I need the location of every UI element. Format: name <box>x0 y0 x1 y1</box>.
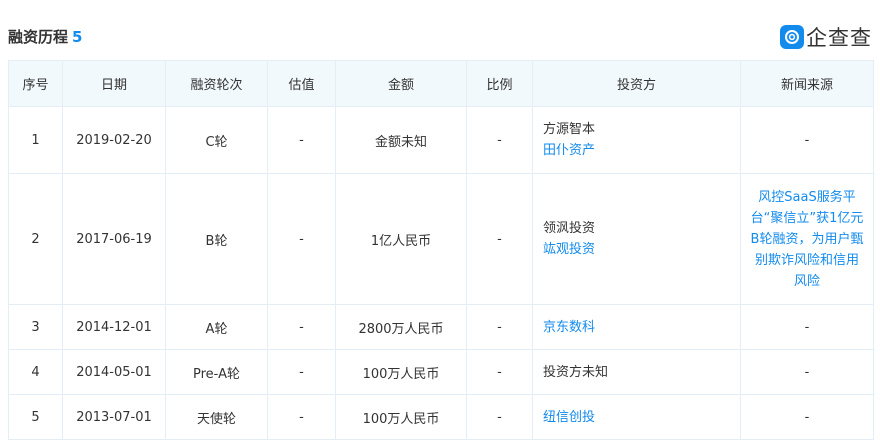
cell-round: Pre-A轮 <box>165 349 268 395</box>
cell-ratio: - <box>466 304 533 350</box>
cell-news: - <box>740 106 874 174</box>
cell-investors: 纽信创投 <box>532 394 741 440</box>
cell-date: 2014-05-01 <box>62 349 166 395</box>
investor-link[interactable]: 纽信创投 <box>543 410 595 425</box>
col-header-date: 日期 <box>62 60 166 107</box>
col-header-no: 序号 <box>8 60 63 107</box>
cell-valuation: - <box>267 349 336 395</box>
cell-valuation: - <box>267 304 336 350</box>
col-header-round: 融资轮次 <box>165 60 268 107</box>
table-row: 4 2014-05-01 Pre-A轮 - 100万人民币 - 投资方未知 - <box>8 349 874 395</box>
cell-round: A轮 <box>165 304 268 350</box>
col-header-amount: 金额 <box>335 60 467 107</box>
col-header-ratio: 比例 <box>466 60 533 107</box>
investor-name: 投资方未知 <box>543 364 609 380</box>
table-row: 5 2013-07-01 天使轮 - 100万人民币 - 纽信创投 - <box>8 394 874 440</box>
cell-investors: 投资方未知 <box>532 349 741 395</box>
cell-ratio: - <box>466 349 533 395</box>
cell-round: 天使轮 <box>165 394 268 440</box>
cell-valuation: - <box>267 173 336 305</box>
investor-name: 方源智本 <box>543 122 596 137</box>
cell-date: 2013-07-01 <box>62 394 166 440</box>
cell-investors: 京东数科 <box>532 304 741 350</box>
cell-amount: 100万人民币 <box>335 394 467 440</box>
financing-history-table: 序号 日期 融资轮次 估值 金额 比例 投资方 新闻来源 1 2019-02-2… <box>8 60 874 440</box>
cell-ratio: - <box>466 394 533 440</box>
cell-news: - <box>740 304 874 350</box>
investor-name: 领沨投资 <box>543 221 596 236</box>
col-header-valuation: 估值 <box>267 60 336 107</box>
cell-amount: 1亿人民币 <box>335 173 467 305</box>
investor-link[interactable]: 田仆资产 <box>543 140 739 161</box>
cell-news: - <box>740 394 874 440</box>
col-header-news: 新闻来源 <box>740 60 874 107</box>
col-header-investors: 投资方 <box>532 60 741 107</box>
news-link[interactable]: 风控SaaS服务平台“聚信立”获1亿元B轮融资，为用户甄别欺诈风险和信用风险 <box>751 190 864 289</box>
record-count: 5 <box>72 28 83 46</box>
table-header-row: 序号 日期 融资轮次 估值 金额 比例 投资方 新闻来源 <box>8 60 874 107</box>
cell-ratio: - <box>466 173 533 305</box>
cell-news: 风控SaaS服务平台“聚信立”获1亿元B轮融资，为用户甄别欺诈风险和信用风险 <box>740 173 874 305</box>
cell-amount: 2800万人民币 <box>335 304 467 350</box>
cell-ratio: - <box>466 106 533 174</box>
cell-investors: 领沨投资 竑观投资 <box>532 173 741 305</box>
investor-link[interactable]: 京东数科 <box>543 320 595 335</box>
qichacha-logo-icon <box>780 25 804 49</box>
cell-round: C轮 <box>165 106 268 174</box>
cell-date: 2019-02-20 <box>62 106 166 174</box>
cell-investors: 方源智本 田仆资产 <box>532 106 741 174</box>
investor-link[interactable]: 竑观投资 <box>543 239 739 260</box>
cell-no: 2 <box>8 173 63 305</box>
cell-valuation: - <box>267 106 336 174</box>
section-title-text: 融资历程 <box>8 28 69 46</box>
cell-round: B轮 <box>165 173 268 305</box>
qichacha-logo[interactable]: 企查查 <box>780 22 872 52</box>
cell-news: - <box>740 349 874 395</box>
cell-amount: 金额未知 <box>335 106 467 174</box>
cell-no: 4 <box>8 349 63 395</box>
cell-no: 5 <box>8 394 63 440</box>
cell-valuation: - <box>267 394 336 440</box>
cell-amount: 100万人民币 <box>335 349 467 395</box>
table-row: 3 2014-12-01 A轮 - 2800万人民币 - 京东数科 - <box>8 304 874 350</box>
cell-date: 2017-06-19 <box>62 173 166 305</box>
cell-no: 1 <box>8 106 63 174</box>
logo-text: 企查查 <box>806 26 872 50</box>
table-row: 1 2019-02-20 C轮 - 金额未知 - 方源智本 田仆资产 - <box>8 106 874 174</box>
cell-no: 3 <box>8 304 63 350</box>
table-row: 2 2017-06-19 B轮 - 1亿人民币 - 领沨投资 竑观投资 风控Sa… <box>8 173 874 305</box>
cell-date: 2014-12-01 <box>62 304 166 350</box>
section-title: 融资历程 5 <box>8 26 82 47</box>
